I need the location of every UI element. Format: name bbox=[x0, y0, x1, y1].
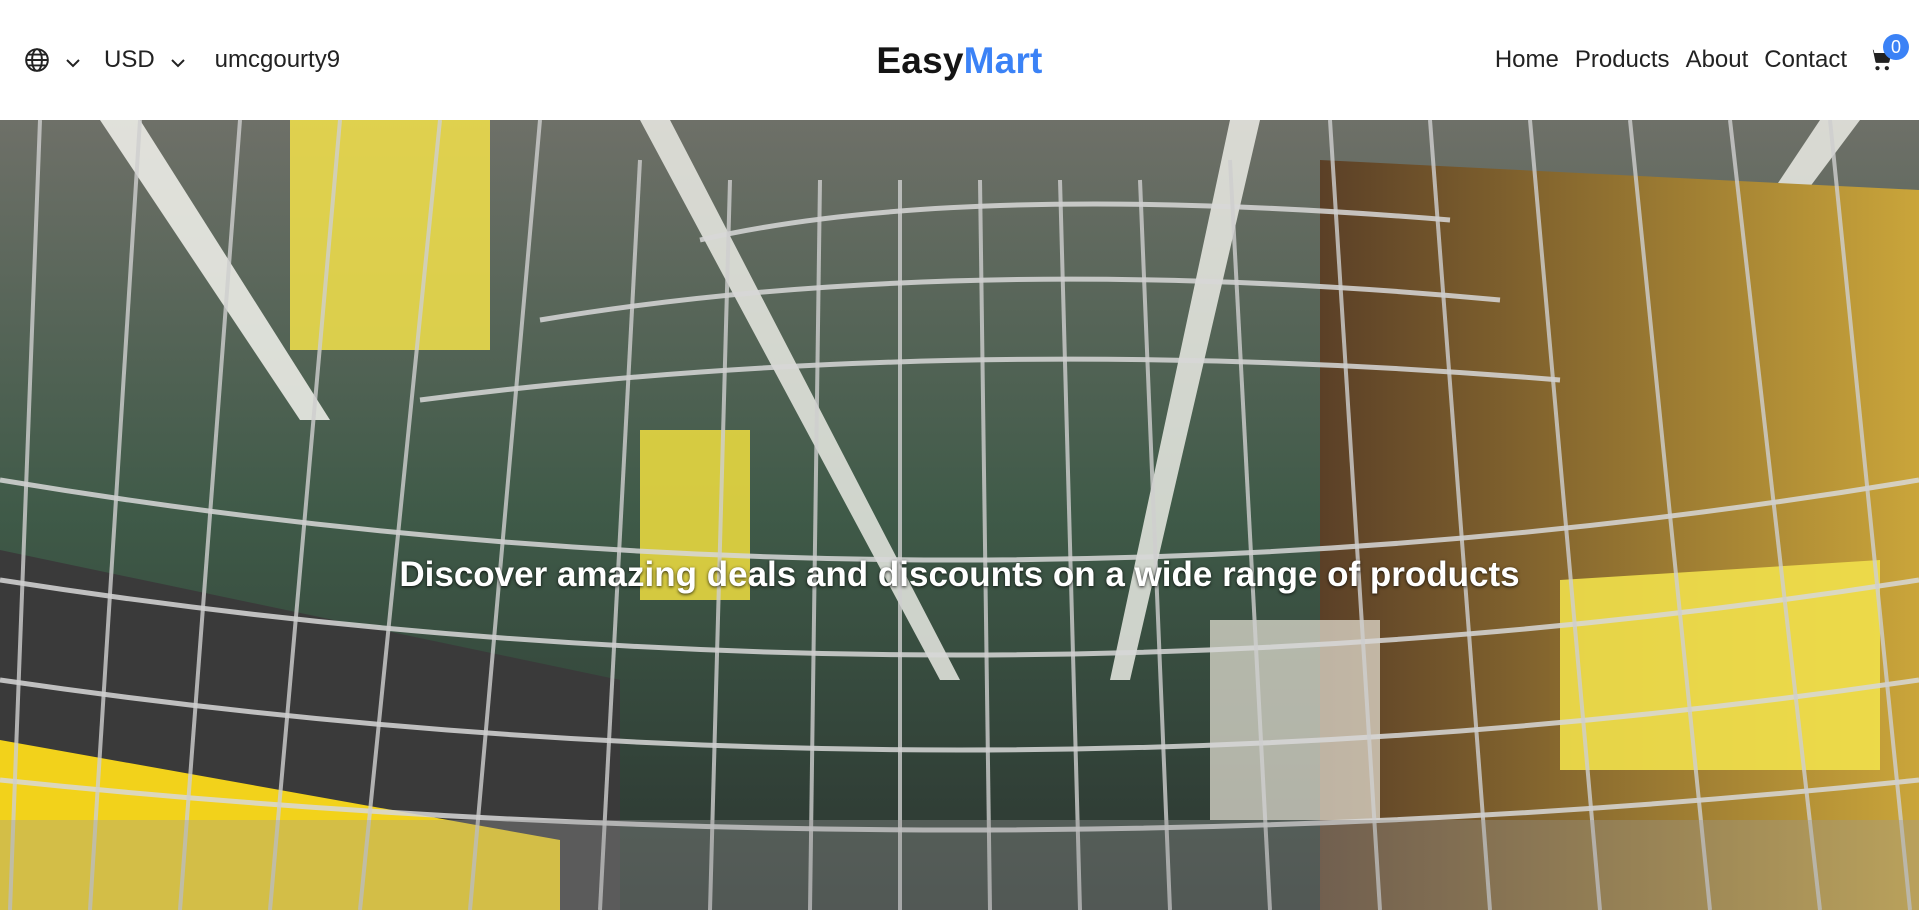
cart-button[interactable]: 0 bbox=[1867, 34, 1909, 74]
nav-products[interactable]: Products bbox=[1575, 46, 1670, 74]
nav-home[interactable]: Home bbox=[1495, 46, 1559, 74]
nav-contact[interactable]: Contact bbox=[1764, 46, 1847, 74]
main-nav: Home Products About Contact 0 bbox=[1479, 34, 1909, 74]
logo-part-easy: Easy bbox=[876, 40, 964, 81]
nav-about[interactable]: About bbox=[1686, 46, 1749, 74]
logo-part-mart: Mart bbox=[963, 40, 1043, 81]
hero-banner: Discover amazing deals and discounts on … bbox=[0, 120, 1919, 910]
hero-image bbox=[0, 120, 1919, 910]
hero-headline: Discover amazing deals and discounts on … bbox=[399, 555, 1520, 594]
cart-count-badge: 0 bbox=[1883, 34, 1909, 60]
site-header: USD umcgourty9 EasyMart Home Products Ab… bbox=[0, 0, 1919, 120]
